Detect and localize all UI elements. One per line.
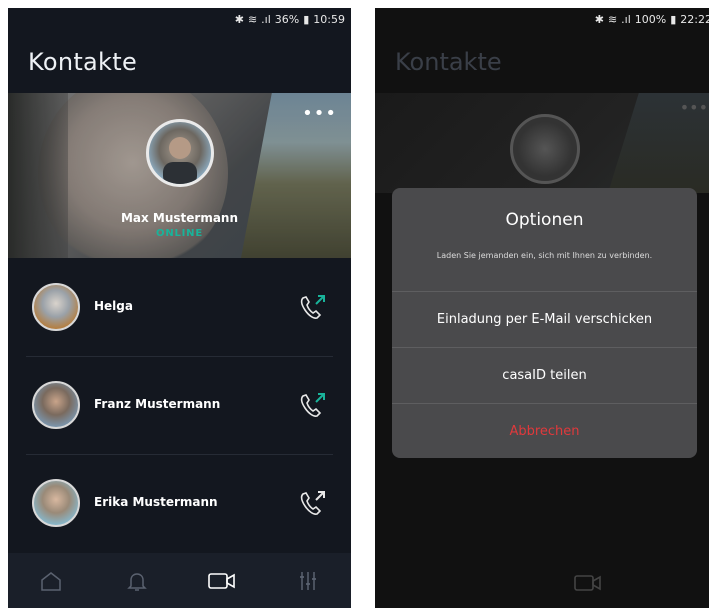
wifi-icon: ≋ [247,12,258,26]
signal-icon: .ıl [621,12,631,26]
battery-icon: ▮ [303,12,310,26]
avatar[interactable] [146,119,214,187]
avatar [32,479,80,527]
email-invite-button[interactable]: Einladung per E-Mail verschicken [392,291,697,347]
avatar [32,381,80,429]
contact-name: Franz Mustermann [94,397,221,411]
avatar [510,114,580,184]
list-item[interactable]: Helga [8,258,351,356]
options-dialog: Optionen Laden Sie jemanden ein, sich mi… [392,188,697,458]
dialog-title: Optionen [505,210,584,230]
phone-outgoing-icon[interactable] [297,488,329,518]
page-title: Kontakte [395,48,502,76]
sliders-icon[interactable] [288,561,328,601]
wifi-icon: ≋ [607,12,618,26]
bottom-navigation [8,553,351,608]
video-camera-icon [573,572,603,598]
bluetooth-icon: ✱ [594,12,604,26]
dialog-message: Laden Sie jemanden ein, sich mit Ihnen z… [436,251,653,260]
profile-name: Max Mustermann [120,211,239,225]
battery-percent: 100% [634,12,667,26]
contact-name: Erika Mustermann [94,495,218,509]
phone-outgoing-icon[interactable] [297,292,329,322]
more-options-icon[interactable]: ••• [302,103,337,124]
share-casaid-button[interactable]: casaID teilen [392,347,697,403]
online-status-badge: ONLINE [156,228,203,239]
home-icon[interactable] [31,561,71,601]
contacts-screen: ✱ ≋ .ıl 36% ▮ 10:59 Kontakte ••• Max Mus… [8,8,351,608]
list-item[interactable]: Franz Mustermann [8,356,351,454]
avatar [32,283,80,331]
contact-name: Helga [94,299,133,313]
status-bar: ✱ ≋ .ıl 36% ▮ 10:59 [8,8,351,30]
clock: 10:59 [313,12,345,26]
page-title: Kontakte [28,48,138,76]
more-options-icon: ••• [679,98,708,117]
battery-icon: ▮ [670,12,677,26]
bluetooth-icon: ✱ [234,12,244,26]
list-item[interactable]: Erika Mustermann [8,454,351,552]
signal-icon: .ıl [261,12,271,26]
status-bar: ✱ ≋ .ıl 100% ▮ 22:22 [375,8,709,30]
video-camera-icon[interactable] [202,561,242,601]
cancel-button[interactable]: Abbrechen [392,403,697,458]
options-dialog-screen: ✱ ≋ .ıl 100% ▮ 22:22 Kontakte ••• Option… [375,8,709,608]
clock: 22:22 [680,12,709,26]
profile-header: ••• Max Mustermann ONLINE [8,93,351,258]
contact-list: Helga Franz Mustermann Erika Mustermann [8,258,351,552]
phone-outgoing-icon[interactable] [297,390,329,420]
bell-icon[interactable] [117,561,157,601]
battery-percent: 36% [274,12,300,26]
